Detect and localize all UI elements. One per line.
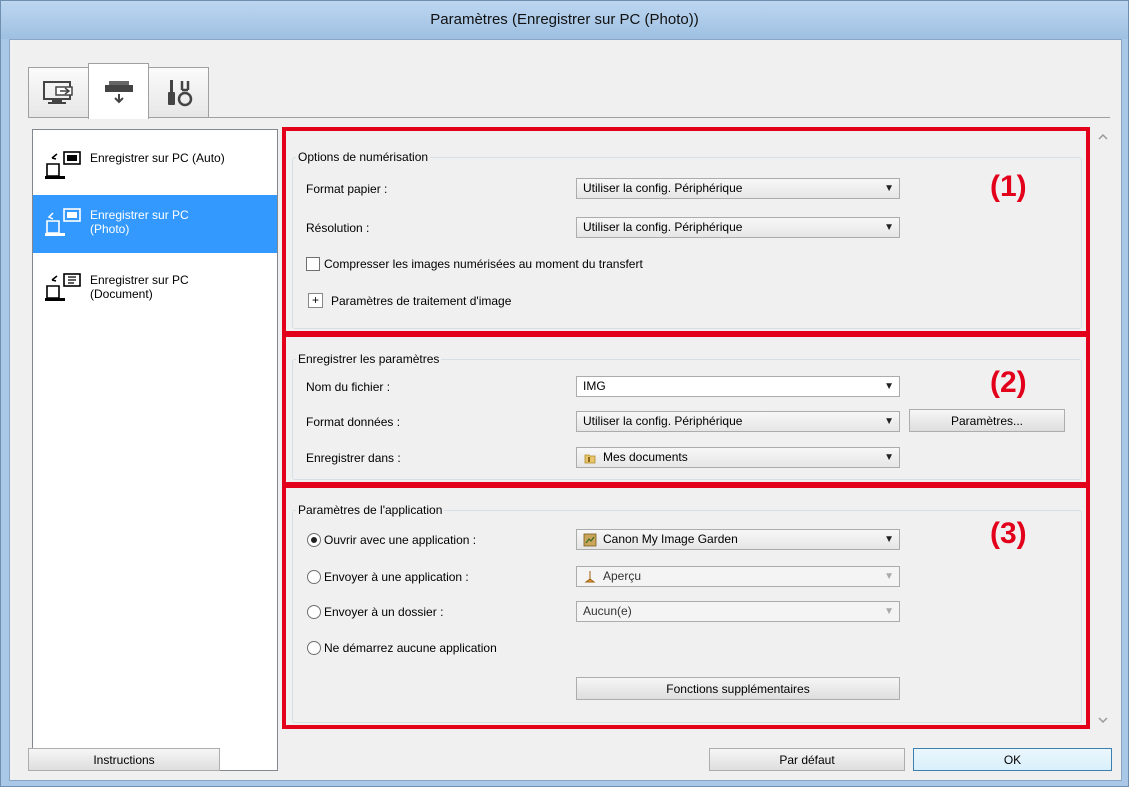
tab-divider — [28, 117, 1110, 118]
paper-size-value: Utiliser la config. Périphérique — [583, 181, 743, 195]
list-item-label: Enregistrer sur PC (Photo) — [90, 208, 189, 236]
send-app-radio[interactable] — [307, 570, 321, 584]
scan-mode-list: Enregistrer sur PC (Auto) Enregistrer su… — [32, 129, 278, 771]
tab-scan-from-computer[interactable] — [28, 67, 89, 118]
section-badge-3: (3) — [990, 517, 1027, 550]
send-app-value: Aperçu — [603, 569, 642, 583]
dialog-client-area: Enregistrer sur PC (Auto) Enregistrer su… — [9, 39, 1122, 781]
section-badge-1: (1) — [990, 170, 1027, 203]
chevron-down-icon: ▼ — [884, 606, 894, 617]
data-format-select[interactable]: Utiliser la config. Périphérique ▼ — [576, 411, 900, 432]
window-title: Paramètres (Enregistrer sur PC (Photo)) — [1, 1, 1128, 39]
save-in-value: Mes documents — [603, 450, 688, 464]
data-format-label: Format données : — [306, 415, 401, 429]
compress-label: Compresser les images numérisées au mome… — [324, 257, 643, 271]
send-app-select[interactable]: Aperçu ▼ — [576, 566, 900, 587]
list-item-save-pc-photo[interactable]: Enregistrer sur PC (Photo) — [33, 195, 277, 253]
list-item-save-pc-auto[interactable]: Enregistrer sur PC (Auto) — [33, 138, 277, 196]
resolution-label: Résolution : — [306, 221, 370, 235]
send-app-label: Envoyer à une application : — [324, 570, 469, 584]
compress-checkbox[interactable] — [306, 257, 320, 271]
folder-icon — [584, 454, 596, 463]
chevron-down-icon: ▼ — [884, 571, 894, 582]
resolution-value: Utiliser la config. Périphérique — [583, 220, 743, 234]
tab-scan-from-panel[interactable] — [88, 63, 149, 119]
list-item-save-pc-document[interactable]: Enregistrer sur PC (Document) — [33, 260, 277, 318]
settings-window: Paramètres (Enregistrer sur PC (Photo)) — [0, 0, 1129, 787]
radio-selected-dot — [311, 537, 317, 543]
scan-from-computer-icon — [42, 81, 73, 104]
chevron-down-icon: ▼ — [884, 222, 894, 233]
send-folder-label: Envoyer à un dossier : — [324, 605, 444, 619]
tab-general-settings[interactable] — [148, 67, 209, 118]
save-in-select[interactable]: Mes documents ▼ — [576, 447, 900, 468]
data-format-value: Utiliser la config. Périphérique — [583, 414, 743, 428]
send-folder-radio[interactable] — [307, 605, 321, 619]
image-garden-app-icon — [583, 533, 597, 546]
expand-plus-icon[interactable]: + — [308, 293, 323, 308]
no-app-label: Ne démarrez aucune application — [324, 641, 497, 655]
scroll-up-arrow-icon — [1098, 133, 1108, 140]
data-format-settings-button[interactable]: Paramètres... — [909, 409, 1065, 432]
scan-options-title: Options de numérisation — [296, 150, 431, 164]
send-folder-select[interactable]: Aucun(e) ▼ — [576, 601, 900, 622]
paper-size-label: Format papier : — [306, 182, 388, 196]
open-app-select[interactable]: Canon My Image Garden ▼ — [576, 529, 900, 550]
save-to-pc-auto-icon — [45, 151, 81, 179]
scan-from-panel-icon — [104, 80, 133, 103]
file-name-combo[interactable]: IMG ▼ — [576, 376, 900, 397]
send-folder-value: Aucun(e) — [583, 604, 632, 618]
list-item-label: Enregistrer sur PC (Auto) — [90, 151, 225, 165]
ok-button[interactable]: OK — [913, 748, 1112, 771]
chevron-down-icon: ▼ — [884, 381, 894, 392]
vertical-scrollbar[interactable] — [1096, 130, 1110, 727]
preview-app-icon — [584, 570, 596, 582]
file-name-label: Nom du fichier : — [306, 380, 391, 394]
open-app-radio[interactable] — [307, 533, 321, 547]
paper-size-select[interactable]: Utiliser la config. Périphérique ▼ — [576, 178, 900, 199]
image-processing-label: Paramètres de traitement d'image — [331, 294, 512, 308]
more-functions-button[interactable]: Fonctions supplémentaires — [576, 677, 900, 700]
save-settings-title: Enregistrer les paramètres — [296, 352, 442, 366]
section-badge-2: (2) — [990, 366, 1027, 399]
chevron-down-icon: ▼ — [884, 534, 894, 545]
chevron-down-icon: ▼ — [884, 416, 894, 427]
chevron-down-icon: ▼ — [884, 452, 894, 463]
open-app-label: Ouvrir avec une application : — [324, 533, 477, 547]
save-in-label: Enregistrer dans : — [306, 451, 401, 465]
scroll-down-arrow-icon — [1098, 717, 1108, 724]
list-item-label: Enregistrer sur PC (Document) — [90, 273, 189, 301]
open-app-value: Canon My Image Garden — [603, 532, 738, 546]
default-button[interactable]: Par défaut — [709, 748, 905, 771]
resolution-select[interactable]: Utiliser la config. Périphérique ▼ — [576, 217, 900, 238]
no-app-radio[interactable] — [307, 641, 321, 655]
app-settings-title: Paramètres de l'application — [296, 503, 445, 517]
instructions-button[interactable]: Instructions — [28, 748, 220, 771]
save-to-pc-photo-icon — [45, 208, 81, 236]
general-settings-tools-icon — [167, 80, 192, 107]
file-name-value: IMG — [583, 379, 606, 393]
save-to-pc-document-icon — [45, 273, 81, 301]
chevron-down-icon: ▼ — [884, 183, 894, 194]
